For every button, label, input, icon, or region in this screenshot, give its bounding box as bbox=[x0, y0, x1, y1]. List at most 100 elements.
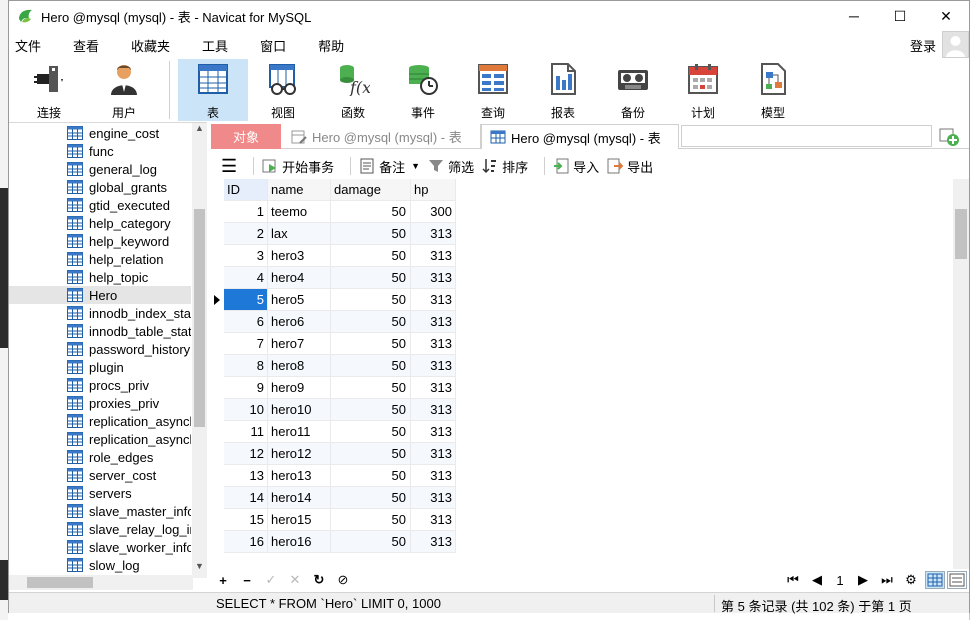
cell-id[interactable]: 5 bbox=[224, 289, 268, 311]
menu-window[interactable]: 窗口 bbox=[254, 36, 298, 55]
table-row[interactable]: 9 hero9 50 313 bbox=[211, 377, 456, 399]
sidebar-item-general-log[interactable]: general_log bbox=[67, 160, 191, 178]
cell-hp[interactable]: 313 bbox=[411, 333, 456, 355]
cell-name[interactable]: lax bbox=[268, 223, 331, 245]
toolbar-user-button[interactable]: 用户 bbox=[89, 59, 159, 121]
cell-name[interactable]: hero16 bbox=[268, 531, 331, 553]
cell-hp[interactable]: 313 bbox=[411, 223, 456, 245]
cell-damage[interactable]: 50 bbox=[331, 487, 411, 509]
cell-id[interactable]: 4 bbox=[224, 267, 268, 289]
cell-name[interactable]: hero4 bbox=[268, 267, 331, 289]
cell-name[interactable]: hero8 bbox=[268, 355, 331, 377]
cell-name[interactable]: teemo bbox=[268, 201, 331, 223]
table-row[interactable]: 6 hero6 50 313 bbox=[211, 311, 456, 333]
scroll-thumb[interactable] bbox=[194, 209, 205, 427]
table-row[interactable]: 12 hero12 50 313 bbox=[211, 443, 456, 465]
table-row[interactable]: 16 hero16 50 313 bbox=[211, 531, 456, 553]
table-row[interactable]: 11 hero11 50 313 bbox=[211, 421, 456, 443]
sidebar-item-password-history[interactable]: password_history bbox=[67, 340, 191, 358]
sidebar-item-slave-relay-log-info[interactable]: slave_relay_log_info bbox=[67, 520, 191, 538]
cell-damage[interactable]: 50 bbox=[331, 531, 411, 553]
cell-damage[interactable]: 50 bbox=[331, 311, 411, 333]
export-button[interactable]: 导出 bbox=[607, 157, 653, 176]
scroll-thumb[interactable] bbox=[27, 577, 93, 588]
cell-hp[interactable]: 313 bbox=[411, 377, 456, 399]
filter-button[interactable]: 筛选 bbox=[428, 157, 474, 176]
discard-changes-button[interactable]: ✕ bbox=[283, 572, 307, 588]
sidebar-item-global-grants[interactable]: global_grants bbox=[67, 178, 191, 196]
sidebar-item-innodb-index-stats[interactable]: innodb_index_stats bbox=[67, 304, 191, 322]
grid-vertical-scrollbar[interactable] bbox=[953, 179, 969, 569]
scroll-up-icon[interactable]: ▲ bbox=[192, 123, 207, 135]
add-record-button[interactable]: + bbox=[211, 573, 235, 588]
toolbar-view-button[interactable]: 视图 bbox=[248, 59, 318, 121]
cell-name[interactable]: hero12 bbox=[268, 443, 331, 465]
cell-name[interactable]: hero15 bbox=[268, 509, 331, 531]
cell-id[interactable]: 10 bbox=[224, 399, 268, 421]
sidebar-item-help-category[interactable]: help_category bbox=[67, 214, 191, 232]
cell-hp[interactable]: 313 bbox=[411, 289, 456, 311]
cell-hp[interactable]: 313 bbox=[411, 355, 456, 377]
table-row[interactable]: 15 hero15 50 313 bbox=[211, 509, 456, 531]
cell-hp[interactable]: 313 bbox=[411, 311, 456, 333]
cell-name[interactable]: hero10 bbox=[268, 399, 331, 421]
minimize-button[interactable]: ─ bbox=[831, 1, 877, 31]
table-row[interactable]: 2 lax 50 313 bbox=[211, 223, 456, 245]
sidebar-item-role-edges[interactable]: role_edges bbox=[67, 448, 191, 466]
table-row[interactable]: 5 hero5 50 313 bbox=[211, 289, 456, 311]
sidebar-item-help-topic[interactable]: help_topic bbox=[67, 268, 191, 286]
tab-search-input[interactable] bbox=[681, 125, 932, 147]
cell-damage[interactable]: 50 bbox=[331, 245, 411, 267]
toolbar-report-button[interactable]: 报表 bbox=[528, 59, 598, 121]
login-link[interactable]: 登录 bbox=[910, 36, 936, 55]
cell-damage[interactable]: 50 bbox=[331, 223, 411, 245]
cell-name[interactable]: hero3 bbox=[268, 245, 331, 267]
menu-view[interactable]: 查看 bbox=[67, 36, 111, 55]
cell-id[interactable]: 3 bbox=[224, 245, 268, 267]
begin-transaction-button[interactable]: 开始事务 bbox=[262, 157, 334, 176]
cell-hp[interactable]: 313 bbox=[411, 509, 456, 531]
cell-id[interactable]: 7 bbox=[224, 333, 268, 355]
cell-hp[interactable]: 313 bbox=[411, 465, 456, 487]
table-row[interactable]: 7 hero7 50 313 bbox=[211, 333, 456, 355]
sidebar-item-replication-asynchronous-connection-failover-managed[interactable]: replication_asynchronous_connection_fail… bbox=[67, 430, 191, 448]
cell-damage[interactable]: 50 bbox=[331, 465, 411, 487]
sort-button[interactable]: 排序 bbox=[482, 157, 528, 176]
sidebar-item-procs-priv[interactable]: procs_priv bbox=[67, 376, 191, 394]
grid-view-button[interactable] bbox=[925, 571, 945, 589]
sidebar-item-innodb-table-stats[interactable]: innodb_table_stats bbox=[67, 322, 191, 340]
table-row[interactable]: 8 hero8 50 313 bbox=[211, 355, 456, 377]
table-row[interactable]: 13 hero13 50 313 bbox=[211, 465, 456, 487]
cell-name[interactable]: hero9 bbox=[268, 377, 331, 399]
column-header-hp[interactable]: hp bbox=[411, 179, 456, 201]
toolbar-query-button[interactable]: 查询 bbox=[458, 59, 528, 121]
sidebar-vertical-scrollbar[interactable]: ▲ ▼ bbox=[192, 123, 207, 578]
sidebar-item-func[interactable]: func bbox=[67, 142, 191, 160]
cell-damage[interactable]: 50 bbox=[331, 377, 411, 399]
toolbar-backup-button[interactable]: 备份 bbox=[598, 59, 668, 121]
cell-name[interactable]: hero14 bbox=[268, 487, 331, 509]
sidebar-item-hero[interactable]: Hero bbox=[9, 286, 191, 304]
table-row[interactable]: 10 hero10 50 313 bbox=[211, 399, 456, 421]
maximize-button[interactable]: ☐ bbox=[877, 1, 923, 31]
cell-id[interactable]: 8 bbox=[224, 355, 268, 377]
prev-page-button[interactable]: ◀ bbox=[805, 572, 829, 588]
cell-id[interactable]: 2 bbox=[224, 223, 268, 245]
refresh-button[interactable]: ↻ bbox=[307, 572, 331, 588]
cell-hp[interactable]: 313 bbox=[411, 399, 456, 421]
settings-gear-icon[interactable]: ⚙ bbox=[899, 572, 923, 588]
table-row[interactable]: 14 hero14 50 313 bbox=[211, 487, 456, 509]
cell-id[interactable]: 15 bbox=[224, 509, 268, 531]
cell-name[interactable]: hero7 bbox=[268, 333, 331, 355]
cell-id[interactable]: 9 bbox=[224, 377, 268, 399]
tab-objects[interactable]: 对象 bbox=[211, 124, 281, 149]
avatar[interactable] bbox=[942, 31, 969, 58]
sidebar-item-engine-cost[interactable]: engine_cost bbox=[67, 124, 191, 142]
table-row[interactable]: 4 hero4 50 313 bbox=[211, 267, 456, 289]
form-view-button[interactable] bbox=[947, 571, 967, 589]
cell-id[interactable]: 1 bbox=[224, 201, 268, 223]
sidebar-item-proxies-priv[interactable]: proxies_priv bbox=[67, 394, 191, 412]
new-tab-icon[interactable] bbox=[937, 125, 961, 147]
memo-button[interactable]: 备注 ▼ bbox=[359, 157, 420, 176]
toolbar-schedule-button[interactable]: 计划 bbox=[668, 59, 738, 121]
